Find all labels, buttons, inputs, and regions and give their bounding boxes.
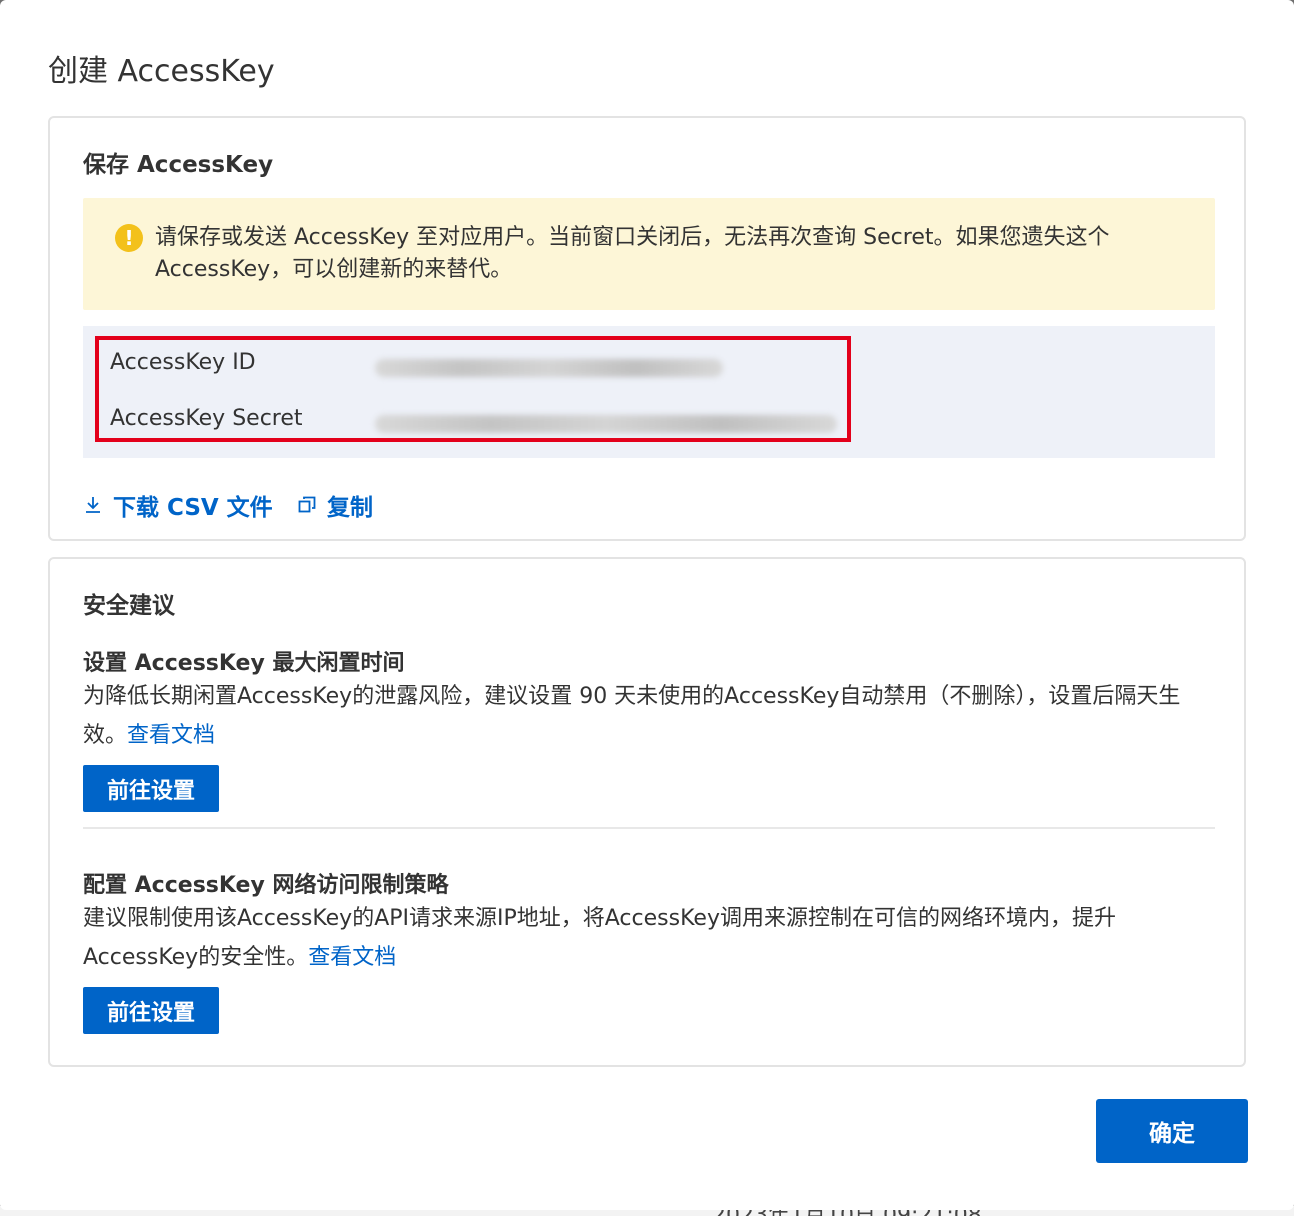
security-advice-heading: 安全建议: [83, 593, 175, 619]
create-accesskey-dialog: 创建 AccessKey 保存 AccessKey ! 请保存或发送 Acces…: [0, 0, 1294, 1210]
idle-time-title: 设置 AccessKey 最大闲置时间: [83, 651, 405, 676]
confirm-button[interactable]: 确定: [1096, 1099, 1248, 1163]
accesskey-secret-value-redacted: [375, 415, 837, 433]
accesskey-id-value-redacted: [375, 359, 723, 377]
network-restriction-settings-button[interactable]: 前往设置: [83, 987, 219, 1034]
network-restriction-doc-link[interactable]: 查看文档: [308, 945, 396, 970]
dialog-title: 创建 AccessKey: [48, 54, 275, 89]
idle-time-description: 为降低长期闲置AccessKey的泄露风险，建议设置 90 天未使用的Acces…: [83, 684, 1181, 748]
idle-time-settings-button[interactable]: 前往设置: [83, 765, 219, 812]
warning-alert: ! 请保存或发送 AccessKey 至对应用户。当前窗口关闭后，无法再次查询 …: [83, 198, 1215, 310]
accesskey-id-label: AccessKey ID: [110, 350, 256, 375]
network-restriction-title: 配置 AccessKey 网络访问限制策略: [83, 873, 449, 898]
network-restriction-description: 建议限制使用该AccessKey的API请求来源IP地址，将AccessKey调…: [83, 906, 1116, 970]
download-csv-button[interactable]: 下载 CSV 文件: [83, 488, 273, 522]
save-accesskey-card: 保存 AccessKey ! 请保存或发送 AccessKey 至对应用户。当前…: [48, 116, 1246, 541]
copy-button[interactable]: 复制: [297, 488, 373, 522]
copy-icon: [298, 496, 316, 513]
download-csv-label: 下载 CSV 文件: [113, 495, 273, 521]
section-divider: [83, 827, 1215, 829]
idle-time-doc-link[interactable]: 查看文档: [127, 723, 215, 748]
warning-alert-text: 请保存或发送 AccessKey 至对应用户。当前窗口关闭后，无法再次查询 Se…: [155, 225, 1110, 282]
accesskey-credentials-panel: AccessKey ID AccessKey Secret: [83, 326, 1215, 458]
save-accesskey-heading: 保存 AccessKey: [83, 152, 274, 178]
copy-label: 复制: [327, 495, 373, 521]
download-icon: [86, 497, 100, 513]
accesskey-secret-label: AccessKey Secret: [110, 406, 303, 431]
warning-icon: !: [115, 224, 143, 252]
security-advice-card: 安全建议 设置 AccessKey 最大闲置时间 为降低长期闲置AccessKe…: [48, 557, 1246, 1067]
